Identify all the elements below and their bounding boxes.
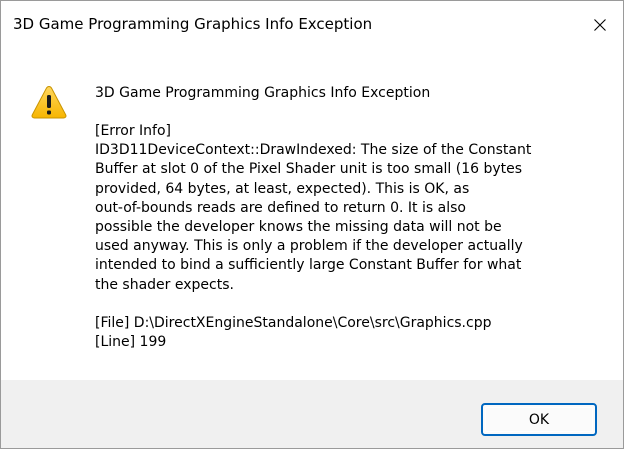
message-line: Buffer at slot 0 of the Pixel Shader uni… <box>95 161 523 178</box>
message-content: 3D Game Programming Graphics Info Except… <box>1 49 623 380</box>
message-heading: 3D Game Programming Graphics Info Except… <box>95 85 431 101</box>
message-line-file: [File] D:\DirectXEngineStandalone\Core\s… <box>95 314 492 331</box>
close-button[interactable] <box>577 1 623 49</box>
close-icon <box>594 19 606 31</box>
message-line: ID3D11DeviceContext::DrawIndexed: The si… <box>95 142 532 159</box>
ok-button-label: OK <box>528 411 550 428</box>
button-footer: OK <box>1 380 623 448</box>
warning-icon <box>31 85 67 119</box>
message-line: provided, 64 bytes, at least, expected).… <box>95 180 470 197</box>
message-line: the shader expects. <box>95 276 234 293</box>
message-line: out-of-bounds reads are defined to retur… <box>95 199 466 216</box>
message-line: used anyway. This is only a problem if t… <box>95 238 523 255</box>
message-spacer <box>95 295 595 314</box>
message-line-line-number: [Line] 199 <box>95 334 167 351</box>
message-body: [Error Info] ID3D11DeviceContext::DrawIn… <box>95 122 595 352</box>
window-title: 3D Game Programming Graphics Info Except… <box>13 15 373 33</box>
message-box-dialog: 3D Game Programming Graphics Info Except… <box>0 0 624 449</box>
message-line-error-info: [Error Info] <box>95 123 171 139</box>
title-bar[interactable]: 3D Game Programming Graphics Info Except… <box>1 1 623 49</box>
message-line: intended to bind a sufficiently large Co… <box>95 257 522 274</box>
ok-button[interactable]: OK <box>481 403 597 436</box>
message-line: possible the developer knows the missing… <box>95 218 502 235</box>
